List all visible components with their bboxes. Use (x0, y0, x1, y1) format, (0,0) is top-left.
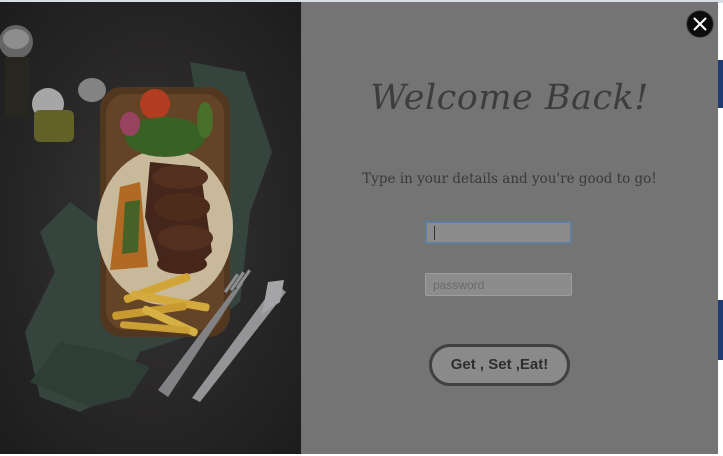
welcome-title: Welcome Back! (370, 78, 649, 118)
password-input[interactable] (425, 273, 572, 296)
text-cursor (434, 226, 435, 240)
login-panel: Welcome Back! Type in your details and y… (301, 2, 718, 454)
close-icon (693, 17, 707, 31)
food-platter-image (0, 2, 301, 454)
food-photo (0, 2, 301, 454)
login-submit-button[interactable]: Get , Set ,Eat! (429, 344, 570, 386)
welcome-subtitle: Type in your details and you're good to … (362, 171, 657, 187)
username-input[interactable] (425, 221, 572, 244)
close-button[interactable] (686, 10, 714, 38)
login-modal: Welcome Back! Type in your details and y… (0, 2, 718, 454)
